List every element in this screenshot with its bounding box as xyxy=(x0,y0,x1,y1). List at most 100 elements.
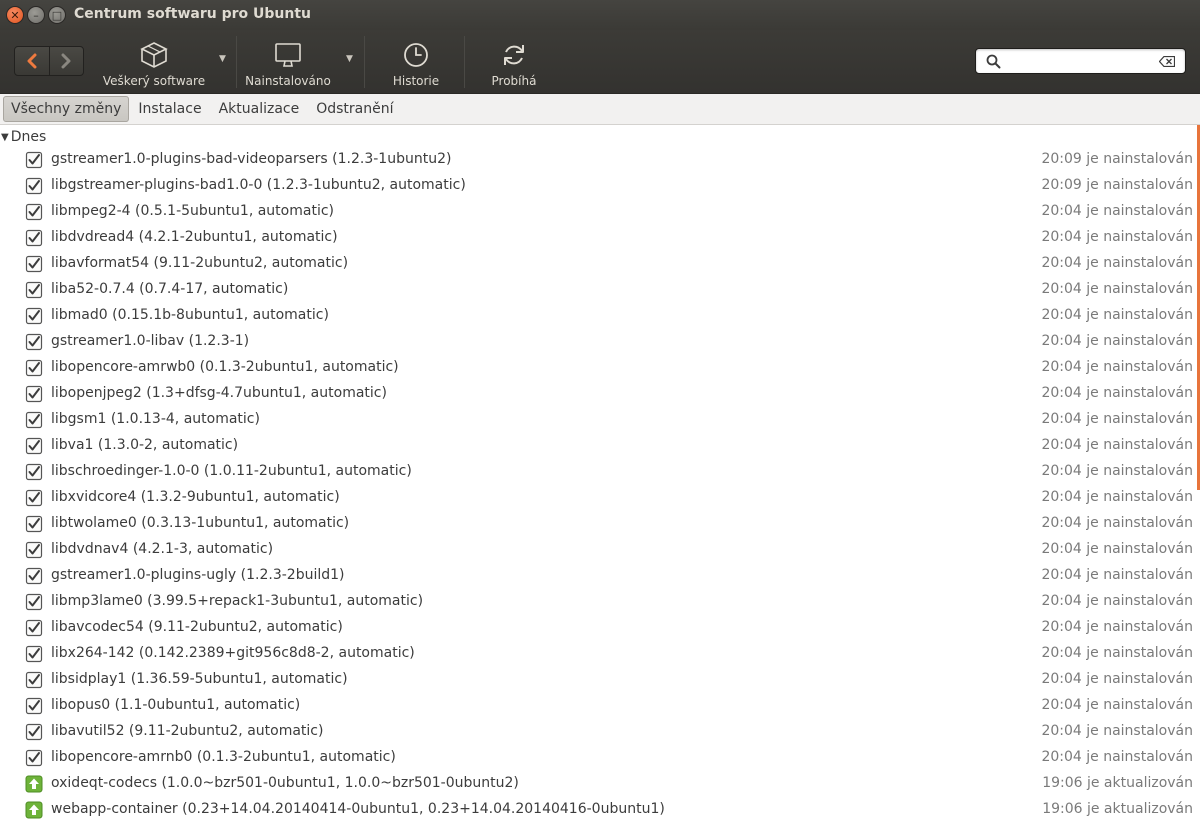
change-time: 20:09 je nainstalován xyxy=(1041,151,1193,167)
checkbox-icon xyxy=(25,437,43,455)
list-item[interactable]: libtwolame0 (0.3.13-1ubuntu1, automatic)… xyxy=(0,511,1196,537)
installed-button[interactable]: Nainstalováno xyxy=(244,30,332,94)
package-name: libopus0 (1.1-0ubuntu1, automatic) xyxy=(51,697,301,713)
progress-button[interactable]: Probíhá xyxy=(478,30,550,94)
history-button[interactable]: Historie xyxy=(376,30,456,94)
installed-label: Nainstalováno xyxy=(245,74,331,88)
toolbar: Veškerý software ▼ Nainstalováno ▼ Histo… xyxy=(0,30,1200,94)
change-time: 20:04 je nainstalován xyxy=(1041,307,1193,323)
list-item[interactable]: libgsm1 (1.0.13-4, automatic) 20:04 je na… xyxy=(0,407,1196,433)
list-item[interactable]: libxvidcore4 (1.3.2-9ubuntu1, automatic)… xyxy=(0,485,1196,511)
list-item[interactable]: libgstreamer-plugins-bad1.0-0 (1.2.3-1ub… xyxy=(0,173,1196,199)
tab-all-changes[interactable]: Všechny změny xyxy=(3,96,130,122)
change-time: 20:04 je nainstalován xyxy=(1041,541,1193,557)
history-list: ▼ Dnes gstreamer1.0-plugins-bad-videopar… xyxy=(0,125,1200,828)
package-name: libx264-142 (0.142.2389+git956c8d8-2, au… xyxy=(51,645,415,661)
toolbar-separator xyxy=(364,36,365,88)
all-software-label: Veškerý software xyxy=(102,74,206,88)
search-input[interactable] xyxy=(1006,52,1151,70)
checkbox-icon xyxy=(25,723,43,741)
change-time: 19:06 je aktualizován xyxy=(1042,775,1193,791)
change-time: 20:04 je nainstalován xyxy=(1041,515,1193,531)
list-item[interactable]: libdvdnav4 (4.2.1-3, automatic) 20:04 je … xyxy=(0,537,1196,563)
package-name: libavcodec54 (9.11-2ubuntu2, automatic) xyxy=(51,619,343,635)
package-name: libavformat54 (9.11-2ubuntu2, automatic) xyxy=(51,255,349,271)
group-label: Dnes xyxy=(10,129,47,145)
list-item[interactable]: libmp3lame0 (3.99.5+repack1-3ubuntu1, au… xyxy=(0,589,1196,615)
list-item[interactable]: gstreamer1.0-libav (1.2.3-1) 20:04 je nai… xyxy=(0,329,1196,355)
package-name: libavutil52 (9.11-2ubuntu2, automatic) xyxy=(51,723,324,739)
list-item[interactable]: libschroedinger-1.0-0 (1.0.11-2ubuntu1, … xyxy=(0,459,1196,485)
list-item[interactable]: webapp-container (0.23+14.04.20140414-0u… xyxy=(0,797,1196,823)
list-item[interactable]: gstreamer1.0-plugins-ugly (1.2.3-2build1… xyxy=(0,563,1196,589)
list-item[interactable]: libopencore-amrwb0 (0.1.3-2ubuntu1, auto… xyxy=(0,355,1196,381)
installed-dropdown-icon[interactable]: ▼ xyxy=(346,54,353,64)
change-time: 20:04 je nainstalován xyxy=(1041,359,1193,375)
package-name: liba52-0.7.4 (0.7.4-17, automatic) xyxy=(51,281,289,297)
package-name: libva1 (1.3.0-2, automatic) xyxy=(51,437,239,453)
list-item[interactable]: libopus0 (1.1-0ubuntu1, automatic) 20:04 … xyxy=(0,693,1196,719)
list-item[interactable]: libsidplay1 (1.36.59-5ubuntu1, automatic… xyxy=(0,667,1196,693)
back-button[interactable] xyxy=(15,47,49,75)
search-box[interactable] xyxy=(975,48,1186,74)
clock-icon xyxy=(404,43,428,67)
close-icon[interactable]: ✕ xyxy=(6,6,24,24)
checkbox-icon xyxy=(25,567,43,585)
change-time: 20:04 je nainstalován xyxy=(1041,697,1193,713)
checkbox-icon xyxy=(25,359,43,377)
package-name: libsidplay1 (1.36.59-5ubuntu1, automatic… xyxy=(51,671,348,687)
checkbox-icon xyxy=(25,619,43,637)
minimize-icon[interactable]: – xyxy=(27,6,45,24)
navigation-group xyxy=(14,46,84,76)
checkbox-icon xyxy=(25,177,43,195)
toolbar-separator xyxy=(236,36,237,88)
list-item[interactable]: oxideqt-codecs (1.0.0~bzr501-0ubuntu1, 1… xyxy=(0,771,1196,797)
change-time: 20:04 je nainstalován xyxy=(1041,333,1193,349)
package-name: gstreamer1.0-plugins-bad-videoparsers (1… xyxy=(51,151,452,167)
checkbox-icon xyxy=(25,697,43,715)
forward-button[interactable] xyxy=(48,47,83,75)
change-time: 20:04 je nainstalován xyxy=(1041,645,1193,661)
list-item[interactable]: libopencore-amrnb0 (0.1.3-2ubuntu1, auto… xyxy=(0,745,1196,771)
package-name: libschroedinger-1.0-0 (1.0.11-2ubuntu1, … xyxy=(51,463,412,479)
list-item[interactable]: libx264-142 (0.142.2389+git956c8d8-2, au… xyxy=(0,641,1196,667)
group-header-today[interactable]: ▼ Dnes xyxy=(0,128,46,146)
clear-search-icon[interactable] xyxy=(1159,56,1175,67)
package-name: libopencore-amrnb0 (0.1.3-2ubuntu1, auto… xyxy=(51,749,396,765)
package-name: libopenjpeg2 (1.3+dfsg-4.7ubuntu1, autom… xyxy=(51,385,387,401)
list-item[interactable]: libavutil52 (9.11-2ubuntu2, automatic) 20… xyxy=(0,719,1196,745)
checkbox-icon xyxy=(25,463,43,481)
list-item[interactable]: gstreamer1.0-plugins-bad-videoparsers (1… xyxy=(0,147,1196,173)
list-item[interactable]: libmpeg2-4 (0.5.1-5ubuntu1, automatic) 20… xyxy=(0,199,1196,225)
checkbox-icon xyxy=(25,515,43,533)
change-time: 20:04 je nainstalován xyxy=(1041,619,1193,635)
package-name: libdvdnav4 (4.2.1-3, automatic) xyxy=(51,541,274,557)
change-time: 20:04 je nainstalován xyxy=(1041,489,1193,505)
maximize-icon[interactable]: □ xyxy=(48,6,66,24)
checkbox-icon xyxy=(25,411,43,429)
change-time: 19:06 je aktualizován xyxy=(1042,801,1193,817)
tab-removals[interactable]: Odstranění xyxy=(308,96,401,122)
title-bar: ✕ – □ Centrum softwaru pro Ubuntu xyxy=(0,0,1200,30)
list-item[interactable]: libmad0 (0.15.1b-8ubuntu1, automatic) 20:… xyxy=(0,303,1196,329)
expander-triangle-icon[interactable]: ▼ xyxy=(1,132,9,143)
checkbox-icon xyxy=(25,489,43,507)
list-item[interactable]: liba52-0.7.4 (0.7.4-17, automatic) 20:04 … xyxy=(0,277,1196,303)
tab-installations[interactable]: Instalace xyxy=(130,96,209,122)
list-item[interactable]: libavcodec54 (9.11-2ubuntu2, automatic) 2… xyxy=(0,615,1196,641)
package-name: libgsm1 (1.0.13-4, automatic) xyxy=(51,411,260,427)
change-time: 20:04 je nainstalován xyxy=(1041,749,1193,765)
checkbox-icon xyxy=(25,645,43,663)
list-item[interactable]: libva1 (1.3.0-2, automatic) 20:04 je nain… xyxy=(0,433,1196,459)
checkbox-icon xyxy=(25,385,43,403)
box-icon xyxy=(140,42,168,68)
list-item[interactable]: libdvdread4 (4.2.1-2ubuntu1, automatic) 2… xyxy=(0,225,1196,251)
package-name: libtwolame0 (0.3.13-1ubuntu1, automatic) xyxy=(51,515,350,531)
change-time: 20:04 je nainstalován xyxy=(1041,463,1193,479)
all-software-dropdown-icon[interactable]: ▼ xyxy=(219,54,226,64)
history-label: Historie xyxy=(392,74,440,88)
tab-updates[interactable]: Aktualizace xyxy=(211,96,308,122)
list-item[interactable]: libopenjpeg2 (1.3+dfsg-4.7ubuntu1, autom… xyxy=(0,381,1196,407)
list-item[interactable]: libavformat54 (9.11-2ubuntu2, automatic)… xyxy=(0,251,1196,277)
all-software-button[interactable]: Veškerý software xyxy=(100,30,208,94)
